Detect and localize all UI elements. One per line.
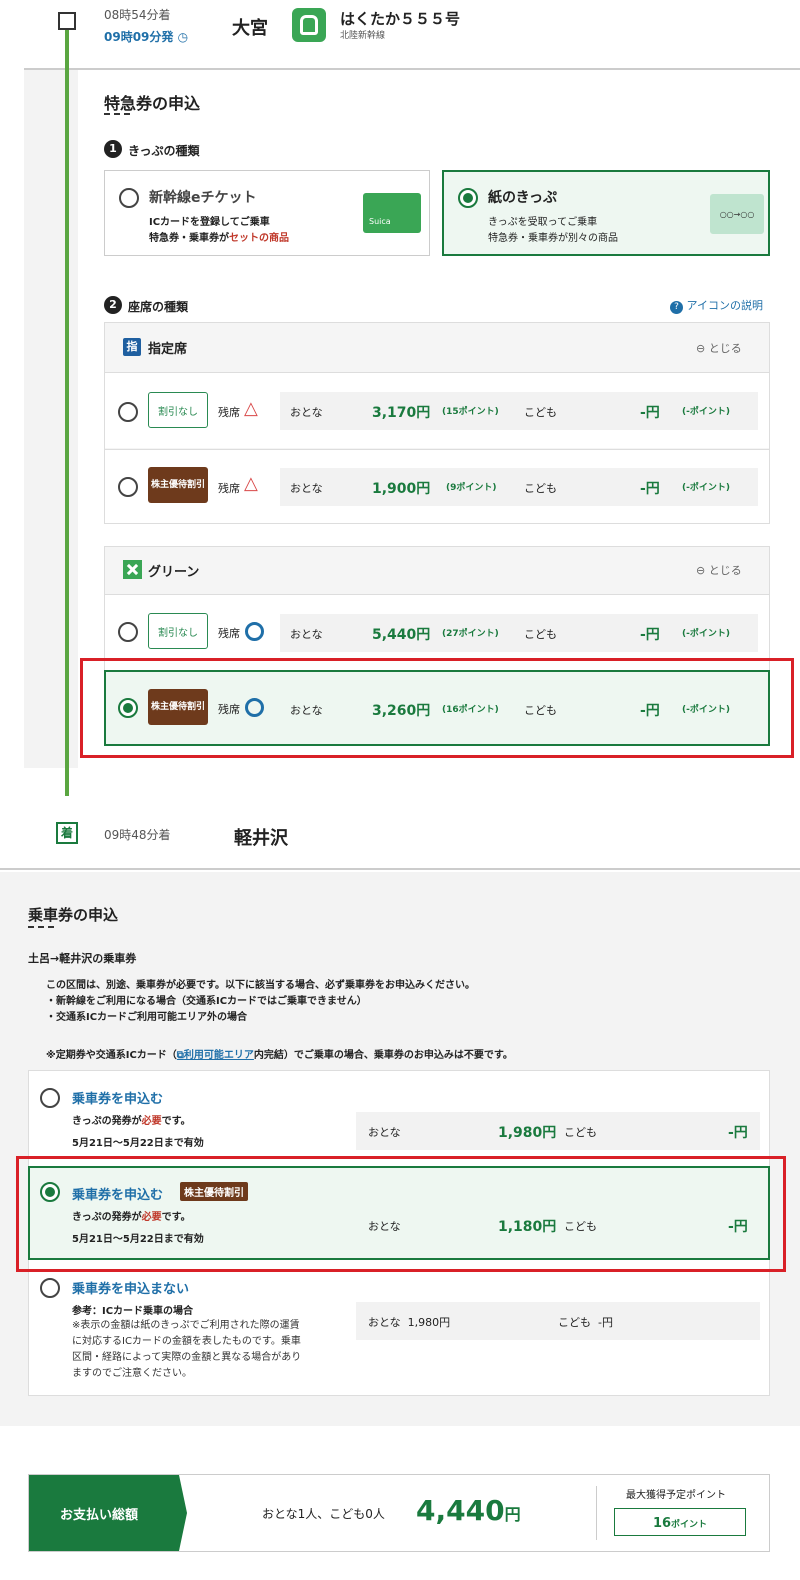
station-name: 大宮	[232, 18, 268, 39]
green-car-icon	[123, 560, 142, 579]
reserved-1-price: おとな 3,170円 (15ポイント) こども -円 (-ポイント)	[280, 392, 758, 430]
title-underline	[104, 113, 130, 115]
eticket-name: 新幹線eチケット	[149, 190, 257, 206]
points-box: 16ポイント	[614, 1508, 746, 1536]
step1-label: きっぷの種類	[128, 144, 200, 158]
reserved-title: 指定席	[148, 342, 188, 357]
green-1-price: おとな 5,440円 (27ポイント) こども -円 (-ポイント)	[280, 614, 758, 652]
paper-ticket-radio[interactable]	[458, 188, 478, 208]
green-close[interactable]: ⊖ とじる	[696, 562, 742, 578]
total-amount: 4,440円	[416, 1494, 521, 1527]
paper-ticket-desc2: 特急券・乗車券が別々の商品	[488, 233, 618, 244]
fare-option-1-line2: 5月21日～5月22日まで有効	[72, 1138, 204, 1149]
paper-ticket-icon: ○○→○○	[710, 194, 764, 234]
fare-option-1-price: おとな 1,980円 こども -円	[356, 1112, 760, 1150]
total-label: お支払い総額	[60, 1508, 139, 1523]
shareholder-discount-tag: 株主優待割引	[148, 467, 208, 503]
green-title: グリーン	[148, 565, 200, 580]
eticket-card[interactable]: 新幹線eチケット ICカードを登録してご乗車 特急券・乗車券がセットの商品 Su…	[104, 170, 430, 256]
step2-number: 2	[104, 296, 122, 314]
eticket-radio[interactable]	[119, 188, 139, 208]
seat-label: 残席	[218, 406, 240, 419]
no-discount-tag: 割引なし	[148, 613, 208, 649]
triangle-icon: △	[244, 398, 258, 419]
eticket-desc2: 特急券・乗車券がセットの商品	[149, 233, 289, 244]
eticket-desc1: ICカードを登録してご乗車	[149, 217, 270, 228]
fare-note1: この区間は、別途、乗車券が必要です。以下に該当する場合、必ず乗車券をお申込みくだ…	[46, 980, 475, 991]
reserved-1-radio[interactable]	[118, 402, 138, 422]
help-icon: ?	[670, 301, 683, 314]
triangle-icon: △	[244, 473, 258, 494]
fare-option-1-radio[interactable]	[40, 1088, 60, 1108]
total-label-arrow	[179, 1475, 187, 1551]
fare-note4: ※定期券や交通系ICカード（⧉利用可能エリア内完結）でご乗車の場合、乗車券のお申…	[46, 1050, 513, 1061]
fare-option-1-line1: きっぷの発券が必要です。	[72, 1116, 191, 1127]
timeline-stop	[58, 12, 76, 30]
circle-icon	[245, 622, 264, 641]
total-divider	[596, 1486, 597, 1540]
green-1-radio[interactable]	[118, 622, 138, 642]
area-link[interactable]: ⧉利用可能エリア	[177, 1050, 254, 1061]
arrival-time: 09時48分着	[104, 828, 171, 842]
highlight-frame	[80, 658, 794, 758]
fare-option-3-ref: 参考：ICカード乗車の場合	[72, 1306, 194, 1317]
title-underline	[28, 926, 54, 928]
arrival-badge: 着	[56, 822, 78, 844]
timeline-line	[65, 30, 69, 820]
clock-icon: ◷	[177, 30, 189, 44]
fare-option-3-note: ※表示の金額は紙のきっぷでご利用された際の運賃 に対応するICカードの金額を表した…	[72, 1320, 302, 1379]
fare-option-1-title[interactable]: 乗車券を申込む	[72, 1088, 163, 1107]
icon-help-link[interactable]: ? アイコンの説明	[670, 297, 763, 314]
suica-icon: Suica	[363, 193, 421, 233]
no-discount-tag: 割引なし	[148, 392, 208, 428]
express-title: 特急券の申込	[104, 94, 201, 113]
fare-route: 土呂→軽井沢の乗車券	[28, 952, 137, 965]
total-people: おとな1人、こども0人	[262, 1507, 385, 1521]
reserved-close[interactable]: ⊖ とじる	[696, 340, 742, 356]
arrive-time: 08時54分着	[104, 8, 171, 22]
depart-time[interactable]: 09時09分発 ◷	[104, 28, 188, 45]
seat-label: 残席	[218, 627, 240, 640]
fare-note2: ・新幹線をご利用になる場合（交通系ICカードではご乗車できません）	[46, 996, 367, 1007]
fare-note3: ・交通系ICカードご利用可能エリア外の場合	[46, 1012, 248, 1023]
train-icon	[292, 8, 326, 42]
reserved-2-radio[interactable]	[118, 477, 138, 497]
fare-option-3-radio[interactable]	[40, 1278, 60, 1298]
line-name: 北陸新幹線	[340, 31, 386, 41]
fare-title: 乗車券の申込	[28, 906, 119, 924]
step2-label: 座席の種類	[128, 300, 189, 314]
reserved-2-price: おとな 1,900円 (9ポイント) こども -円 (-ポイント)	[280, 468, 758, 506]
highlight-frame	[16, 1156, 786, 1272]
external-icon: ⧉	[176, 1050, 184, 1061]
fare-option-3-price: おとな 1,980円 こども -円	[356, 1302, 760, 1340]
paper-ticket-name: 紙のきっぷ	[488, 190, 558, 206]
train-name: はくたか５５５号	[340, 10, 461, 28]
points-label: 最大獲得予定ポイント	[626, 1490, 726, 1501]
fare-option-3-title[interactable]: 乗車券を申込まない	[72, 1278, 189, 1297]
minus-circle-icon: ⊖	[696, 342, 706, 355]
step1-number: 1	[104, 140, 122, 158]
seat-label: 残席	[218, 482, 240, 495]
minus-circle-icon: ⊖	[696, 564, 706, 577]
paper-ticket-desc1: きっぷを受取ってご乗車	[488, 217, 598, 228]
reserved-badge: 指	[123, 338, 141, 356]
paper-ticket-card[interactable]: 紙のきっぷ きっぷを受取ってご乗車 特急券・乗車券が別々の商品 ○○→○○	[442, 170, 770, 256]
arrival-station: 軽井沢	[234, 828, 288, 849]
